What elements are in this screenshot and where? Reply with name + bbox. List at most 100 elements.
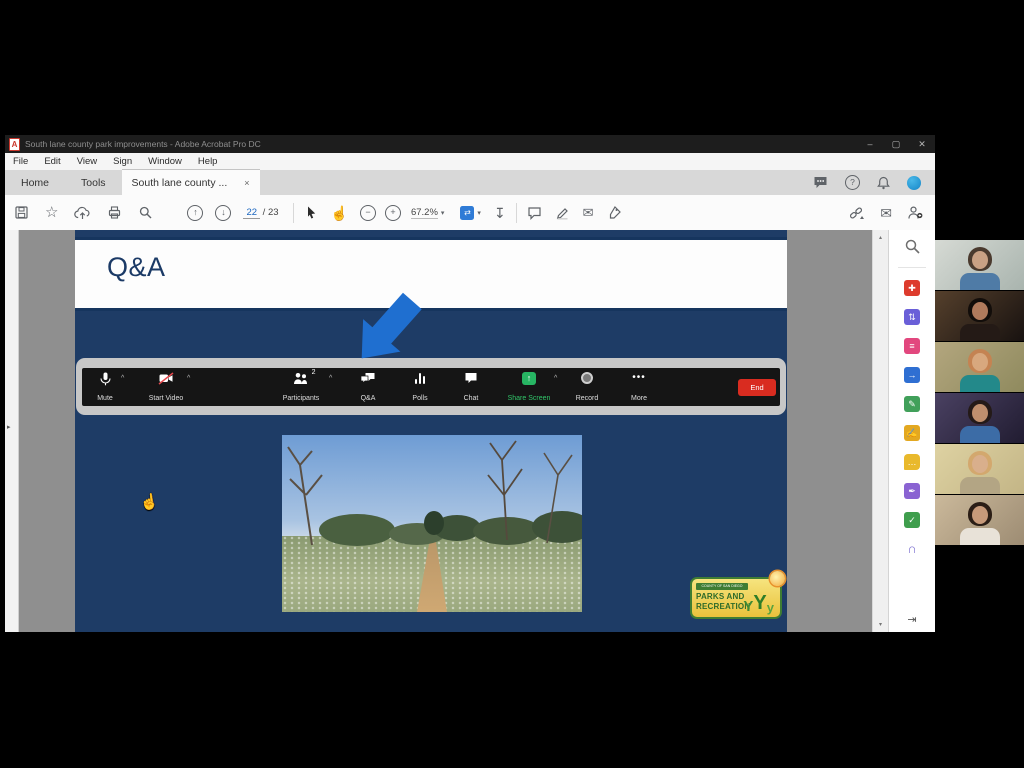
zoom-toolbar: Mute ^ Start Video ^ 2 [82,368,780,406]
menu-window[interactable]: Window [140,156,190,167]
menu-view[interactable]: View [69,156,105,167]
scroll-up-icon[interactable]: ▴ [873,234,888,241]
participant-torso [960,477,1000,494]
tab-tools[interactable]: Tools [65,170,122,195]
bell-icon[interactable] [877,176,890,190]
stamp-tool-icon[interactable]: ✓ [904,512,920,528]
document-scrollbar[interactable]: ▴ ▾ [872,230,888,632]
participant-face [972,353,988,371]
edit-pdf-icon[interactable]: ✎ [904,396,920,412]
zoom-level-value[interactable]: 67.2% [411,207,438,219]
next-page-icon[interactable]: ↓ [215,205,231,221]
slide-title: Q&A [107,252,166,283]
page-number-field[interactable]: 22 / 23 [243,207,278,218]
tab-document[interactable]: South lane county ... × [122,169,260,195]
participant-video-5[interactable] [935,444,1024,495]
tools-panel: ✚ ⇅ ≡ → ✎ ✍ … ✒ ✓ ∩ ⇥ [888,230,935,632]
participant-torso [960,426,1000,443]
participant-face [972,251,988,269]
participant-video-1[interactable] [935,240,1024,291]
mute-options-chevron-icon[interactable]: ^ [121,375,124,382]
star-icon[interactable]: ☆ [45,205,58,220]
email-icon[interactable]: ✉ [880,206,892,220]
more-button[interactable]: ••• More [617,372,661,402]
zoom-in-icon[interactable]: + [385,205,401,221]
page-display-icon[interactable]: ⇄ [460,206,474,220]
comments-icon[interactable] [813,176,828,189]
export-pdf-icon[interactable]: → [904,367,920,383]
divider [293,203,294,223]
parks-recreation-logo: COUNTY OF SAN DIEGO PARKS AND RECREATION… [690,577,782,619]
tab-document-label: South lane county ... [132,177,228,189]
participants-chevron-icon[interactable]: ^ [329,375,332,382]
start-video-button[interactable]: Start Video [140,372,192,402]
participant-video-6[interactable] [935,495,1024,546]
fill-and-sign-icon[interactable]: ✒ [904,483,920,499]
request-signatures-icon[interactable]: ✍ [904,425,920,441]
polls-button[interactable]: Polls [398,372,442,402]
participants-button[interactable]: 2 Participants [271,372,331,402]
participant-torso [960,273,1000,290]
close-button[interactable]: ✕ [909,139,935,150]
zoom-out-icon[interactable]: − [360,205,376,221]
combine-files-icon[interactable]: ⇅ [904,309,920,325]
print-icon[interactable] [107,205,122,220]
title-bar: A South lane county park improvements - … [5,135,935,153]
qa-button[interactable]: Q&A [346,372,390,402]
fill-sign-icon[interactable]: ✉ [583,206,594,219]
save-icon[interactable] [14,205,29,220]
page-current[interactable]: 22 [243,207,260,219]
participant-face [972,506,988,524]
cloud-upload-icon[interactable] [74,206,91,220]
search-tools-icon[interactable] [904,238,921,255]
scroll-mode-icon[interactable]: ↧ [494,206,506,220]
minimize-button[interactable]: – [857,139,883,149]
expand-panel-icon[interactable]: ▸ [7,423,11,431]
organize-pages-icon[interactable]: ≡ [904,338,920,354]
menu-sign[interactable]: Sign [105,156,140,167]
add-comment-icon[interactable] [527,206,542,220]
share-link-icon[interactable] [848,206,865,220]
account-avatar[interactable] [907,176,921,190]
acrobat-toolbar: ☆ ↑ ↓ 22 / 23 ☝ − + 67.2% [5,195,935,231]
stamp-tag-icon[interactable] [607,205,622,220]
collapse-panel-icon[interactable]: ⇥ [907,613,916,626]
share-screen-button[interactable]: ↑ Share Screen [499,372,559,402]
slide-arrow-annotation [350,280,446,366]
window-title: South lane county park improvements - Ad… [25,139,261,149]
participant-video-4[interactable] [935,393,1024,444]
maximize-button[interactable]: ▢ [883,139,909,150]
help-icon[interactable]: ? [845,175,860,190]
search-icon[interactable] [138,205,153,220]
more-tools-icon[interactable]: ∩ [904,541,920,557]
divider [516,203,517,223]
scroll-down-icon[interactable]: ▾ [873,621,888,628]
zoom-caret-icon[interactable]: ▾ [441,209,445,217]
page-sep: / [263,207,266,218]
select-tool-icon[interactable] [304,205,318,220]
share-options-chevron-icon[interactable]: ^ [554,375,557,382]
acrobat-app-icon: A [9,138,20,151]
panel-divider [898,267,926,268]
zoom-toolbar-container: Mute ^ Start Video ^ 2 [76,358,786,415]
comment-tool-icon[interactable]: … [904,454,920,470]
acrobat-window: A South lane county park improvements - … [5,135,935,632]
end-meeting-button[interactable]: End [738,379,776,396]
highlighter-icon[interactable] [555,205,570,220]
page-display-caret-icon[interactable]: ▾ [477,209,481,217]
menu-edit[interactable]: Edit [36,156,68,167]
menu-file[interactable]: File [5,156,36,167]
tab-home[interactable]: Home [5,170,65,195]
left-panel-rail[interactable]: ▸ [5,230,19,632]
share-person-icon[interactable] [907,205,923,220]
menu-help[interactable]: Help [190,156,226,167]
hand-tool-icon[interactable]: ☝ [331,206,348,220]
tab-close-icon[interactable]: × [244,178,249,188]
video-options-chevron-icon[interactable]: ^ [187,375,190,382]
record-button[interactable]: Record [565,372,609,402]
chat-button[interactable]: Chat [449,372,493,402]
previous-page-icon[interactable]: ↑ [187,205,203,221]
create-pdf-icon[interactable]: ✚ [904,280,920,296]
participant-video-3[interactable] [935,342,1024,393]
participant-video-2[interactable] [935,291,1024,342]
